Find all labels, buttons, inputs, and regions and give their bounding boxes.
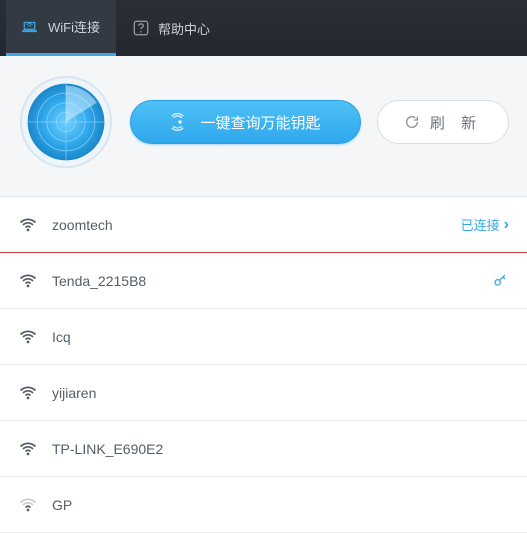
network-name: Tenda_2215B8 (52, 273, 479, 289)
refresh-label: 刷 新 (430, 112, 482, 133)
network-row[interactable]: GP (0, 477, 527, 533)
network-row[interactable]: Tenda_2215B8 (0, 253, 527, 309)
chevron-right-icon: › (504, 216, 509, 234)
wifi-icon (18, 327, 38, 347)
network-name: zoomtech (52, 217, 447, 233)
network-row[interactable]: TP-LINK_E690E2 (0, 421, 527, 477)
network-name: GP (52, 497, 509, 513)
network-row[interactable]: yijiaren (0, 365, 527, 421)
network-name: Icq (52, 329, 509, 345)
laptop-wifi-icon (22, 18, 40, 36)
radar-icon (18, 74, 114, 170)
help-icon (132, 19, 150, 37)
tab-wifi[interactable]: WiFi连接 (6, 0, 116, 56)
tab-wifi-label: WiFi连接 (48, 17, 100, 36)
topbar: WiFi连接 帮助中心 (0, 0, 527, 56)
network-row[interactable]: zoomtech 已连接› (0, 197, 527, 253)
query-keys-label: 一键查询万能钥匙 (200, 112, 320, 133)
tab-help-label: 帮助中心 (158, 19, 210, 38)
connected-label: 已连接 (461, 215, 500, 234)
wifi-icon (18, 495, 38, 515)
tab-help[interactable]: 帮助中心 (116, 0, 226, 56)
network-list: zoomtech 已连接› Tenda_2215B8 Icq yijiaren T… (0, 197, 527, 533)
connected-status[interactable]: 已连接› (461, 215, 509, 234)
wifi-icon (18, 383, 38, 403)
refresh-button[interactable]: 刷 新 (377, 100, 509, 144)
network-row[interactable]: Icq (0, 309, 527, 365)
refresh-icon (404, 114, 420, 130)
hero-panel: 一键查询万能钥匙 刷 新 (0, 56, 527, 197)
network-name: yijiaren (52, 385, 509, 401)
network-name: TP-LINK_E690E2 (52, 441, 509, 457)
key-icon (493, 273, 509, 289)
wifi-icon (18, 271, 38, 291)
query-keys-button[interactable]: 一键查询万能钥匙 (130, 100, 361, 144)
wifi-icon (18, 215, 38, 235)
signal-icon (170, 112, 190, 132)
wifi-icon (18, 439, 38, 459)
